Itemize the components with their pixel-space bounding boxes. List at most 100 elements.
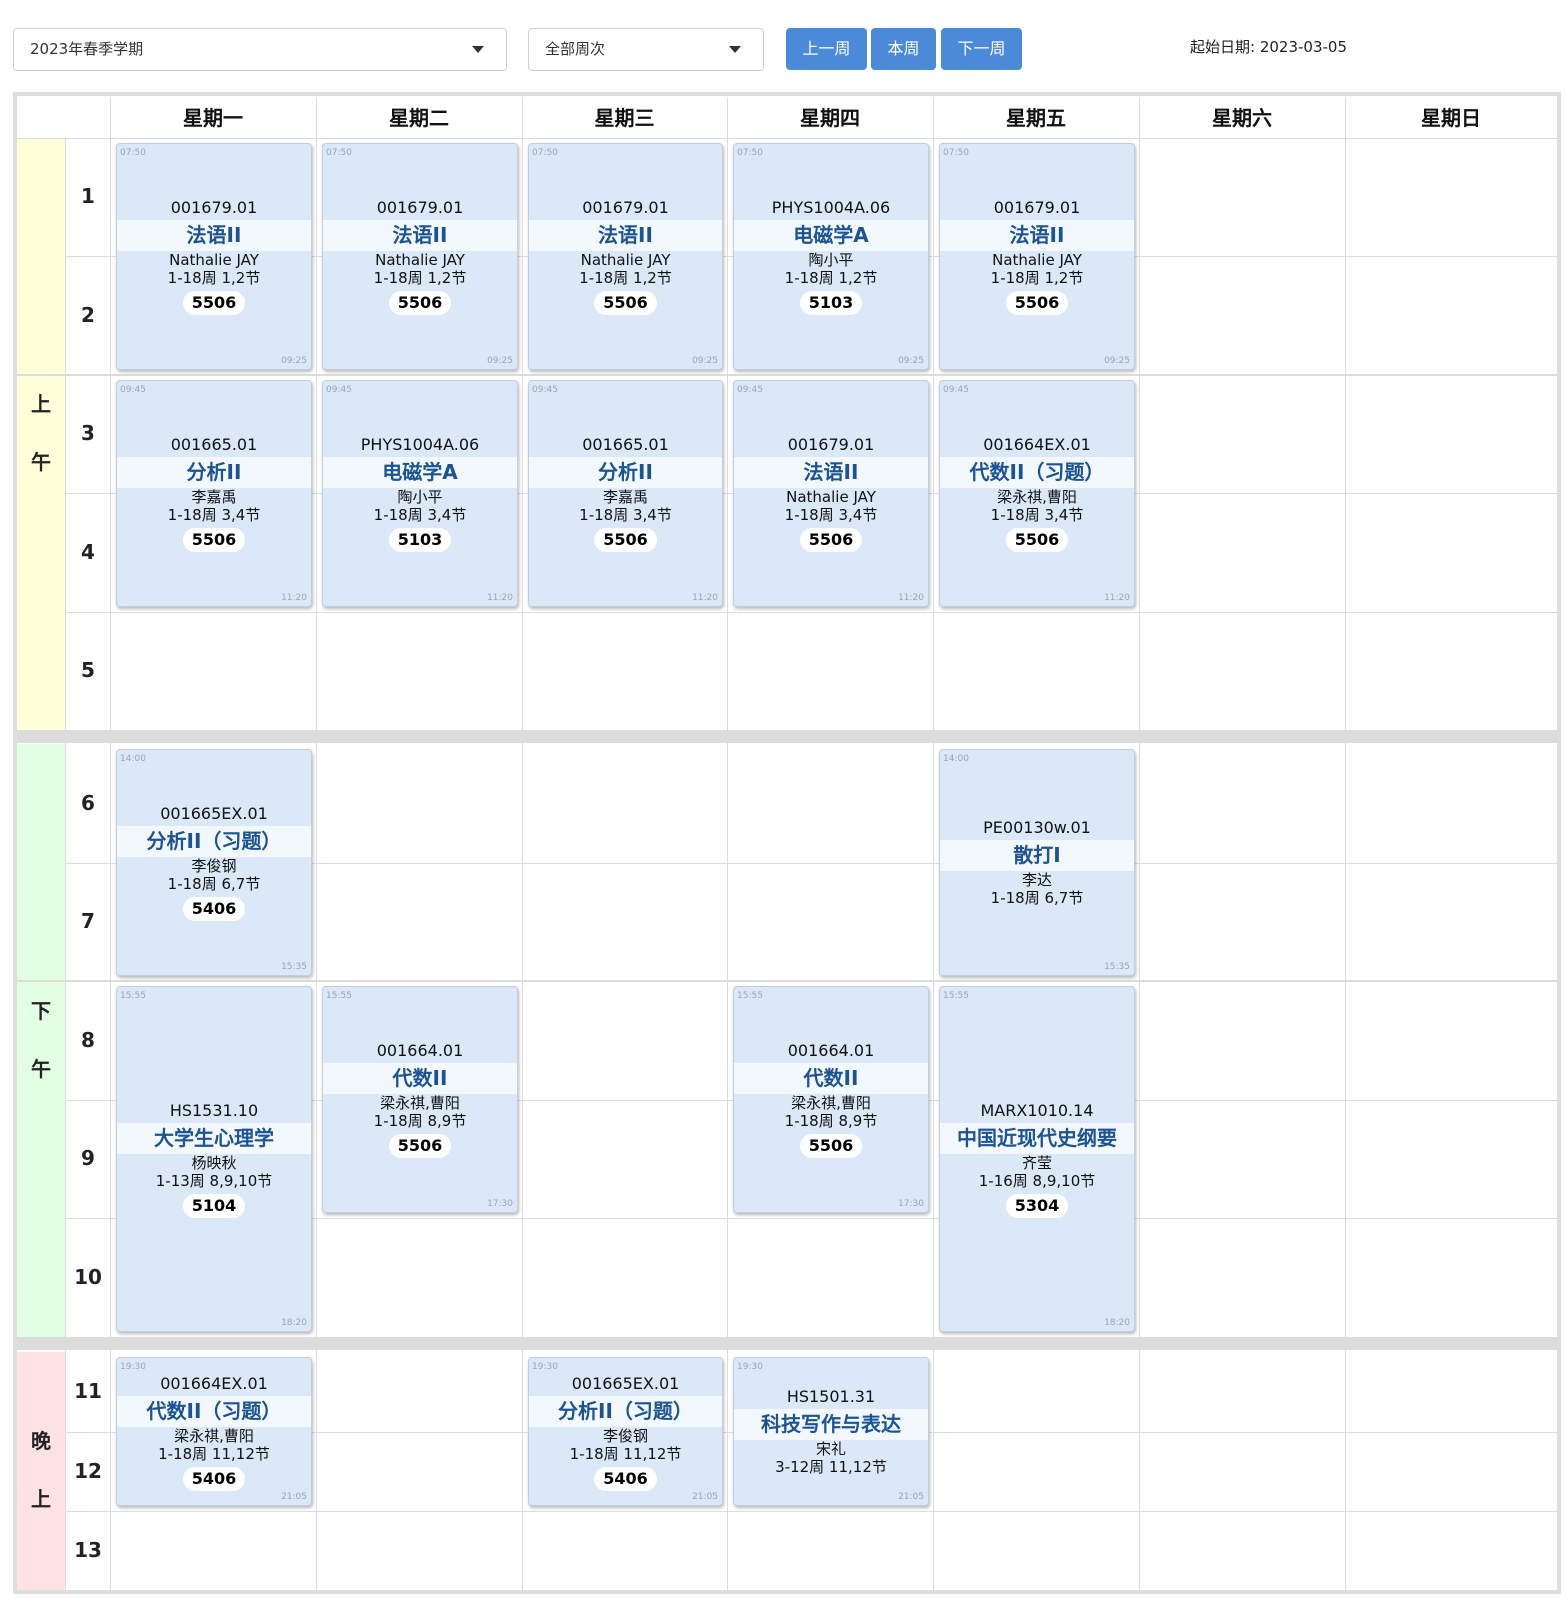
- grid-line: [110, 98, 111, 1590]
- course-card[interactable]: 14:00 15:35 001665EX.01 分析II（习题） 李俊钢 1-18周 6,…: [116, 749, 312, 976]
- course-code: HS1501.31: [786, 1387, 876, 1406]
- course-room: 5506: [1005, 528, 1069, 552]
- course-card[interactable]: 15:55 17:30 001664.01 代数II 梁永祺,曹阳 1-18周 8,9节 5…: [733, 986, 929, 1213]
- course-info: 001679.01 法语II Nathalie JAY 1-18周 3,4节 5506: [734, 433, 928, 552]
- course-card[interactable]: 14:00 15:35 PE00130w.01 散打I 李达 1-18周 6,7节: [939, 749, 1135, 976]
- course-card[interactable]: 19:30 21:05 HS1501.31 科技写作与表达 宋礼 3-12周 11,12节: [733, 1357, 929, 1506]
- course-code: 001679.01: [376, 198, 464, 217]
- course-card[interactable]: 09:45 11:20 PHYS1004A.06 电磁学A 陶小平 1-18周 3,4节 5…: [322, 380, 518, 607]
- course-start-time: 07:50: [943, 148, 969, 158]
- course-name: 代数II: [323, 1063, 517, 1094]
- course-room: 5406: [182, 897, 246, 921]
- course-card[interactable]: 15:55 18:20 MARX1010.14 中国近现代史纲要 齐莹 1-16周 8,9…: [939, 986, 1135, 1332]
- course-weeks: 1-18周 1,2节: [373, 269, 467, 287]
- grid-line: [17, 138, 1557, 139]
- section-number: 12: [74, 1458, 102, 1483]
- course-start-time: 15:55: [326, 991, 352, 1001]
- course-end-time: 21:05: [281, 1492, 307, 1502]
- course-card[interactable]: 07:50 09:25 001679.01 法语II Nathalie JAY 1-18周…: [116, 143, 312, 370]
- course-room: 5506: [594, 291, 657, 315]
- course-start-time: 09:45: [326, 385, 352, 395]
- chevron-down-icon: [472, 46, 484, 53]
- course-teacher: 宋礼: [815, 1440, 846, 1458]
- course-start-time: 14:00: [120, 754, 146, 764]
- course-card[interactable]: 09:45 11:20 001665.01 分析II 李嘉禹 1-18周 3,4节 5506: [116, 380, 312, 607]
- course-card[interactable]: 09:45 11:20 001665.01 分析II 李嘉禹 1-18周 3,4节 5506: [528, 380, 723, 607]
- prev-week-button[interactable]: 上一周: [786, 28, 867, 70]
- section-number: 1: [81, 184, 95, 208]
- next-week-button[interactable]: 下一周: [941, 28, 1022, 70]
- course-weeks: 1-18周 3,4节: [784, 506, 878, 524]
- course-end-time: 11:20: [487, 593, 513, 603]
- course-code: HS1531.10: [169, 1100, 259, 1120]
- course-code: 001679.01: [582, 198, 669, 217]
- period-separator: [17, 730, 1557, 743]
- course-end-time: 21:05: [692, 1492, 718, 1502]
- course-room: 5506: [388, 1134, 452, 1158]
- course-start-time: 15:55: [943, 991, 969, 1001]
- grid-line: [727, 98, 728, 1590]
- week-select[interactable]: 全部周次: [528, 28, 764, 71]
- course-name: 分析II（习题）: [529, 1396, 722, 1427]
- grid-line: [65, 138, 66, 1590]
- section-number: 9: [81, 1146, 95, 1170]
- course-info: 001665EX.01 分析II（习题） 李俊钢 1-18周 6,7节 5406: [117, 802, 311, 921]
- course-teacher: 梁永祺,曹阳: [174, 1427, 254, 1445]
- course-start-time: 09:45: [120, 385, 146, 395]
- period-column: 上午: [17, 138, 65, 730]
- course-teacher: 李俊钢: [602, 1427, 648, 1445]
- course-card[interactable]: 09:45 11:20 001664EX.01 代数II（习题） 梁永祺,曹阳 1-18周…: [939, 380, 1135, 607]
- course-weeks: 1-18周 1,2节: [579, 269, 672, 287]
- course-code: 001679.01: [787, 435, 875, 454]
- course-weeks: 1-18周 1,2节: [784, 269, 878, 287]
- section-number: 7: [81, 909, 95, 933]
- course-name: 代数II（习题）: [117, 1396, 311, 1427]
- section-number: 10: [74, 1264, 102, 1289]
- course-name: 法语II: [529, 220, 722, 251]
- course-teacher: 李嘉禹: [602, 488, 648, 506]
- course-card[interactable]: 15:55 18:20 HS1531.10 大学生心理学 杨映秋 1-13周 8,9,10…: [116, 986, 312, 1332]
- course-card[interactable]: 07:50 09:25 001679.01 法语II Nathalie JAY 1-18周…: [528, 143, 723, 370]
- section-number: 5: [81, 658, 95, 682]
- course-card[interactable]: 09:45 11:20 001679.01 法语II Nathalie JAY 1-18周…: [733, 380, 929, 607]
- course-name: 代数II: [734, 1063, 928, 1094]
- course-start-time: 07:50: [326, 148, 352, 158]
- course-teacher: Nathalie JAY: [375, 251, 465, 269]
- period-column: 下午: [17, 744, 65, 1337]
- course-info: PHYS1004A.06 电磁学A 陶小平 1-18周 3,4节 5103: [323, 433, 517, 552]
- course-card[interactable]: 07:50 09:25 PHYS1004A.06 电磁学A 陶小平 1-18周 1,2节 5…: [733, 143, 929, 370]
- course-start-time: 09:45: [532, 385, 558, 395]
- day-header: 星期一: [183, 106, 243, 130]
- semester-select[interactable]: 2023年春季学期: [13, 28, 507, 71]
- course-teacher: 齐莹: [1021, 1153, 1052, 1172]
- grid-line: [65, 1511, 1557, 1512]
- course-end-time: 09:25: [281, 356, 307, 366]
- course-weeks: 1-13周 8,9,10节: [155, 1171, 273, 1190]
- course-info: 001679.01 法语II Nathalie JAY 1-18周 1,2节 5506: [323, 196, 517, 315]
- course-end-time: 18:20: [281, 1318, 307, 1328]
- course-card[interactable]: 15:55 17:30 001664.01 代数II 梁永祺,曹阳 1-18周 8,9节 5…: [322, 986, 518, 1213]
- course-code: MARX1010.14: [980, 1100, 1094, 1120]
- grid-line: [933, 98, 934, 1590]
- course-weeks: 1-18周 3,4节: [990, 506, 1084, 524]
- course-weeks: 1-18周 1,2节: [990, 269, 1084, 287]
- course-start-time: 15:55: [737, 991, 763, 1001]
- course-info: 001679.01 法语II Nathalie JAY 1-18周 1,2节 5506: [529, 196, 722, 315]
- period-label: 晚: [31, 1429, 51, 1453]
- course-card[interactable]: 07:50 09:25 001679.01 法语II Nathalie JAY 1-18周…: [939, 143, 1135, 370]
- grid-line: [17, 374, 1557, 376]
- course-weeks: 1-18周 3,4节: [167, 506, 261, 524]
- this-week-button[interactable]: 本周: [871, 28, 936, 70]
- course-card[interactable]: 07:50 09:25 001679.01 法语II Nathalie JAY 1-18周…: [322, 143, 518, 370]
- semester-select-value: 2023年春季学期: [30, 40, 144, 58]
- day-header: 星期二: [389, 106, 449, 130]
- course-info: 001665.01 分析II 李嘉禹 1-18周 3,4节 5506: [117, 433, 311, 552]
- course-code: PHYS1004A.06: [771, 198, 891, 217]
- period-column: 晚上: [17, 1352, 65, 1590]
- course-card[interactable]: 19:30 21:05 001665EX.01 分析II（习题） 李俊钢 1-18周 11…: [528, 1357, 723, 1506]
- course-start-time: 07:50: [532, 148, 558, 158]
- course-end-time: 15:35: [1104, 962, 1130, 972]
- course-teacher: 梁永祺,曹阳: [997, 488, 1077, 506]
- course-card[interactable]: 19:30 21:05 001664EX.01 代数II（习题） 梁永祺,曹阳 1-18周…: [116, 1357, 312, 1506]
- course-room: 5304: [1005, 1193, 1069, 1218]
